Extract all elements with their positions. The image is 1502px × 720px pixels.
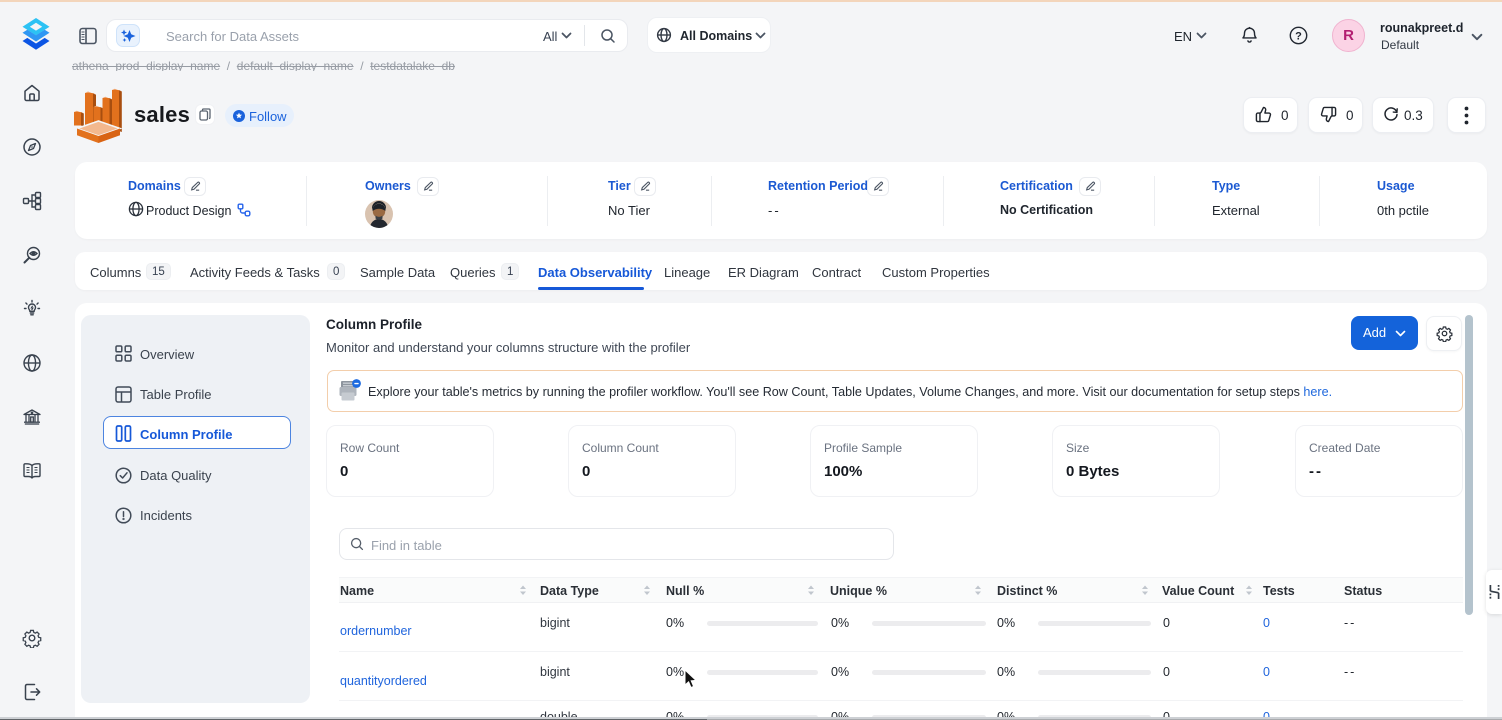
svg-text:?: ?	[1295, 30, 1302, 42]
